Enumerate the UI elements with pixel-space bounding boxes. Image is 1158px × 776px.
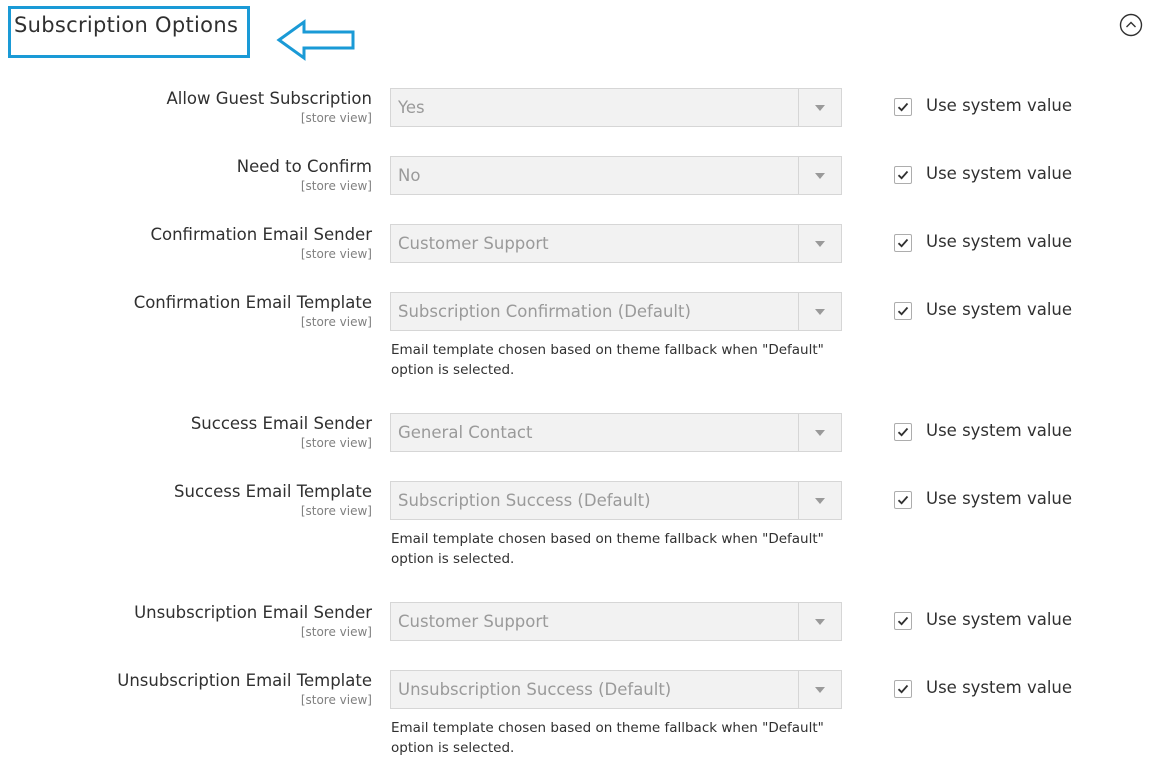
field-label-text: Confirmation Email Template [133,293,372,312]
checkmark-icon [897,306,909,316]
use-system-value-checkbox[interactable] [894,423,912,441]
checkmark-icon [897,427,909,437]
select-value: Subscription Success (Default) [398,491,651,510]
use-system-value-checkbox[interactable] [894,166,912,184]
use-system-value-label[interactable]: Use system value [926,300,1072,319]
use-system-value-label[interactable]: Use system value [926,610,1072,629]
field-scope: [store view] [300,315,372,329]
field-note: Email template chosen based on theme fal… [391,342,824,378]
select-value: General Contact [398,423,533,442]
field-label: Need to Confirm [store view] [237,156,372,194]
chevron-up-circle-icon[interactable] [1119,13,1143,37]
use-system-value-checkbox[interactable] [894,680,912,698]
select-value: Customer Support [398,234,549,253]
field-label-text: Confirmation Email Sender [150,225,372,244]
use-system-value-label[interactable]: Use system value [926,164,1072,183]
caret-down-icon [815,619,825,625]
field-label-text: Unsubscription Email Template [117,671,372,690]
use-system-value-checkbox[interactable] [894,234,912,252]
field-label: Unsubscription Email Sender [store view] [134,602,372,640]
dropdown-button[interactable] [798,603,841,640]
checkmark-icon [897,495,909,505]
field-select[interactable]: Customer Support [390,224,842,263]
checkmark-icon [897,238,909,248]
field-label: Unsubscription Email Template [store vie… [117,670,372,708]
select-value: Yes [398,98,425,117]
field-select[interactable]: Yes [390,88,842,127]
field-select[interactable]: Unsubscription Success (Default) [390,670,842,709]
caret-down-icon [815,173,825,179]
field-note: Email template chosen based on theme fal… [391,720,824,756]
select-value: Customer Support [398,612,549,631]
dropdown-button[interactable] [798,414,841,451]
checkmark-icon [897,170,909,180]
field-select[interactable]: No [390,156,842,195]
field-scope: [store view] [300,179,372,193]
select-value: Subscription Confirmation (Default) [398,302,691,321]
field-select[interactable]: Subscription Success (Default) [390,481,842,520]
field-label-text: Allow Guest Subscription [166,89,372,108]
dropdown-button[interactable] [798,157,841,194]
field-label: Confirmation Email Sender [store view] [150,224,372,262]
field-scope: [store view] [300,247,372,261]
caret-down-icon [815,498,825,504]
caret-down-icon [815,241,825,247]
field-select[interactable]: Customer Support [390,602,842,641]
field-label: Success Email Template [store view] [174,481,372,519]
field-label-text: Success Email Template [174,482,372,501]
use-system-value-label[interactable]: Use system value [926,678,1072,697]
use-system-value-checkbox[interactable] [894,612,912,630]
field-label: Success Email Sender [store view] [191,413,372,451]
use-system-value-checkbox[interactable] [894,302,912,320]
section-title-box: Subscription Options [8,6,250,58]
caret-down-icon [815,105,825,111]
select-value: No [398,166,421,185]
caret-down-icon [815,687,825,693]
field-label: Confirmation Email Template [store view] [134,292,372,330]
field-select[interactable]: Subscription Confirmation (Default) [390,292,842,331]
dropdown-button[interactable] [798,89,841,126]
field-label: Allow Guest Subscription [store view] [166,88,372,126]
use-system-value-label[interactable]: Use system value [926,232,1072,251]
field-note: Email template chosen based on theme fal… [391,531,824,567]
dropdown-button[interactable] [798,482,841,519]
dropdown-button[interactable] [798,671,841,708]
use-system-value-label[interactable]: Use system value [926,421,1072,440]
dropdown-button[interactable] [798,293,841,330]
use-system-value-checkbox[interactable] [894,98,912,116]
use-system-value-label[interactable]: Use system value [926,96,1072,115]
checkmark-icon [897,102,909,112]
field-scope: [store view] [300,111,372,125]
field-scope: [store view] [300,625,372,639]
select-value: Unsubscription Success (Default) [398,680,672,699]
field-scope: [store view] [300,693,372,707]
field-label-text: Unsubscription Email Sender [134,603,372,622]
caret-down-icon [815,309,825,315]
field-select[interactable]: General Contact [390,413,842,452]
use-system-value-checkbox[interactable] [894,491,912,509]
use-system-value-label[interactable]: Use system value [926,489,1072,508]
checkmark-icon [897,616,909,626]
checkmark-icon [897,684,909,694]
field-scope: [store view] [300,436,372,450]
arrow-left-icon [276,19,355,61]
field-label-text: Success Email Sender [190,414,372,433]
dropdown-button[interactable] [798,225,841,262]
field-scope: [store view] [300,504,372,518]
field-label-text: Need to Confirm [236,157,372,176]
section-title: Subscription Options [14,13,239,37]
caret-down-icon [815,430,825,436]
